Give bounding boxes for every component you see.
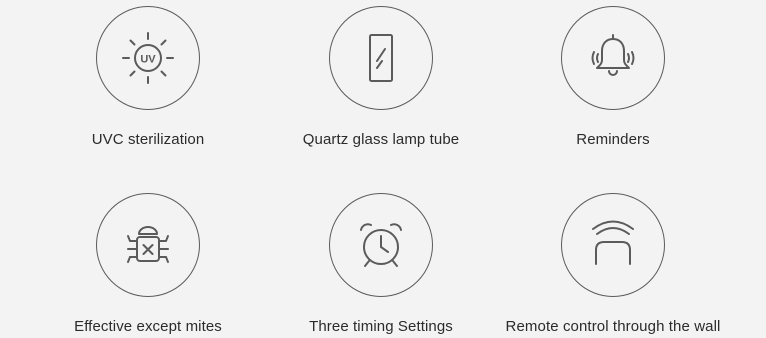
feature-label: Quartz glass lamp tube [302, 131, 460, 148]
uv-icon-circle: UV [96, 6, 200, 110]
quartz-tube-icon [369, 34, 393, 82]
uv-icon-text: UV [140, 54, 156, 66]
clock-icon-circle [329, 193, 433, 297]
bug-icon-circle [96, 193, 200, 297]
feature-label: Effective except mites [74, 318, 222, 335]
feature-label: Remote control through the wall [505, 318, 721, 335]
wireless-arch-icon [592, 220, 634, 265]
bell-icon-circle [561, 6, 665, 110]
feature-label: Reminders [576, 131, 650, 148]
bell-icon [591, 34, 635, 76]
quartz-icon-circle [329, 6, 433, 110]
feature-label: UVC sterilization [91, 131, 205, 148]
feature-label: Three timing Settings [309, 318, 453, 335]
alarm-clock-icon [360, 223, 402, 267]
arch-icon-circle [561, 193, 665, 297]
bug-x-icon [127, 226, 169, 263]
uv-sun-icon: UV [122, 32, 174, 84]
